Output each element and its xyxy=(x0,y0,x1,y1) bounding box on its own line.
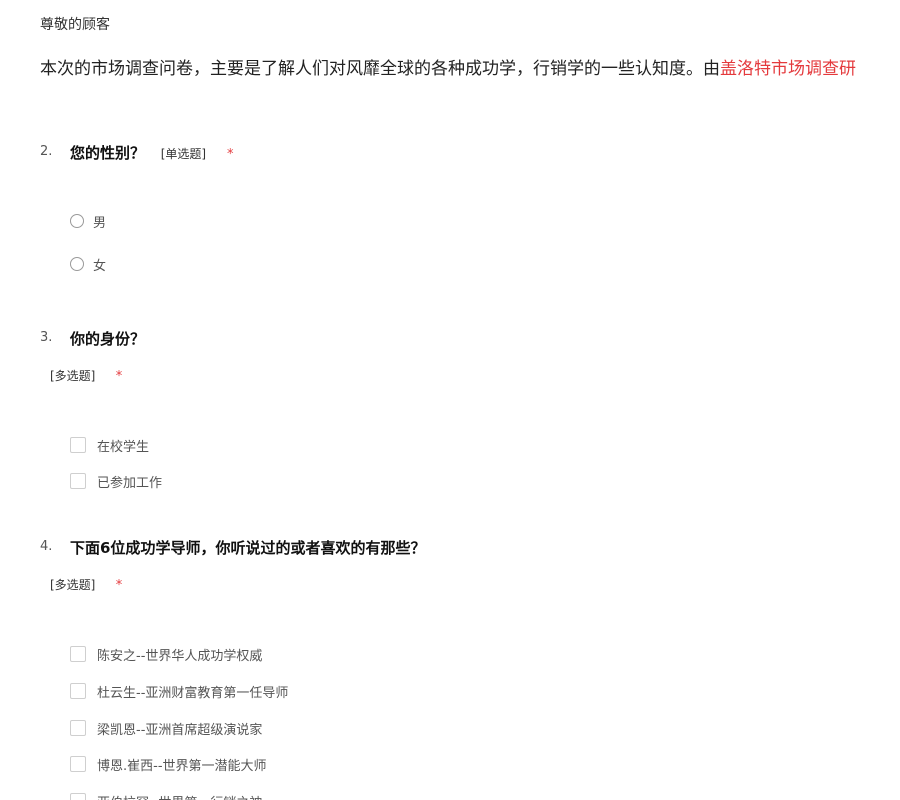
radio-option-female[interactable]: 女 xyxy=(70,254,106,274)
checkbox-option-mentor-3[interactable]: 梁凯恩--亚洲首席超级演说家 xyxy=(70,718,262,738)
radio-button[interactable] xyxy=(70,257,84,271)
question-number: 2. xyxy=(40,144,53,159)
option-label: 女 xyxy=(93,258,107,274)
option-label: 在校学生 xyxy=(97,439,150,455)
option-label: 亚伯拉罕--世界第一行销之神 xyxy=(97,792,262,800)
greeting-text: 尊敬的顾客 xyxy=(40,17,110,33)
question-header: 4. 下面6位成功学导师，你听说过的或者喜欢的有那些？ xyxy=(0,537,900,559)
required-asterisk: * xyxy=(226,147,234,162)
option-label: 男 xyxy=(93,215,107,231)
question-type-line: [多选题] * xyxy=(50,574,123,593)
question-type-label: [多选题] xyxy=(50,369,96,383)
required-asterisk: * xyxy=(115,578,123,593)
question-header: 3. 你的身份？ xyxy=(0,328,900,350)
question-header: 2. 您的性别？ [单选题] * xyxy=(0,142,900,164)
radio-option-male[interactable]: 男 xyxy=(70,211,106,231)
question-title: 下面6位成功学导师，你听说过的或者喜欢的有那些？ xyxy=(70,539,426,557)
survey-page: 尊敬的顾客 本次的市场调查问卷，主要是了解人们对风靡全球的各种成功学，行销学的一… xyxy=(0,0,900,800)
checkbox-option-mentor-4[interactable]: 博恩.崔西--世界第一潜能大师 xyxy=(70,754,267,774)
question-number: 4. xyxy=(40,539,53,554)
option-label: 已参加工作 xyxy=(97,475,163,491)
question-type-label: [单选题] xyxy=(160,147,207,161)
intro-text: 本次的市场调查问卷，主要是了解人们对风靡全球的各种成功学，行销学的一些认知度。由 xyxy=(40,59,720,79)
checkbox[interactable] xyxy=(70,756,86,772)
option-label: 杜云生--亚洲财富教育第一任导师 xyxy=(97,685,289,701)
question-number: 3. xyxy=(40,330,53,345)
question-title: 您的性别？ [单选题] * xyxy=(70,142,233,163)
checkbox-option-mentor-2[interactable]: 杜云生--亚洲财富教育第一任导师 xyxy=(70,681,288,701)
checkbox[interactable] xyxy=(70,683,86,699)
question-title: 你的身份？ xyxy=(70,330,146,348)
question-type-line: [多选题] * xyxy=(50,365,123,384)
option-label: 梁凯恩--亚洲首席超级演说家 xyxy=(97,722,263,738)
checkbox-option-employed[interactable]: 已参加工作 xyxy=(70,471,162,491)
checkbox[interactable] xyxy=(70,720,86,736)
option-label: 陈安之--世界华人成功学权威 xyxy=(97,648,263,664)
checkbox[interactable] xyxy=(70,437,86,453)
checkbox[interactable] xyxy=(70,473,86,489)
option-label: 博恩.崔西--世界第一潜能大师 xyxy=(97,758,267,774)
intro-paragraph: 本次的市场调查问卷，主要是了解人们对风靡全球的各种成功学，行销学的一些认知度。由… xyxy=(40,57,900,81)
checkbox[interactable] xyxy=(70,646,86,662)
checkbox-option-mentor-5[interactable]: 亚伯拉罕--世界第一行销之神 xyxy=(70,791,262,800)
checkbox[interactable] xyxy=(70,793,86,800)
checkbox-option-mentor-1[interactable]: 陈安之--世界华人成功学权威 xyxy=(70,644,262,664)
checkbox-option-student[interactable]: 在校学生 xyxy=(70,435,149,455)
question-title-text: 您的性别？ xyxy=(70,144,146,162)
intro-highlight-text: 盖洛特市场调查研 xyxy=(720,59,856,79)
question-type-label: [多选题] xyxy=(50,578,96,592)
required-asterisk: * xyxy=(115,369,123,384)
radio-button[interactable] xyxy=(70,214,84,228)
